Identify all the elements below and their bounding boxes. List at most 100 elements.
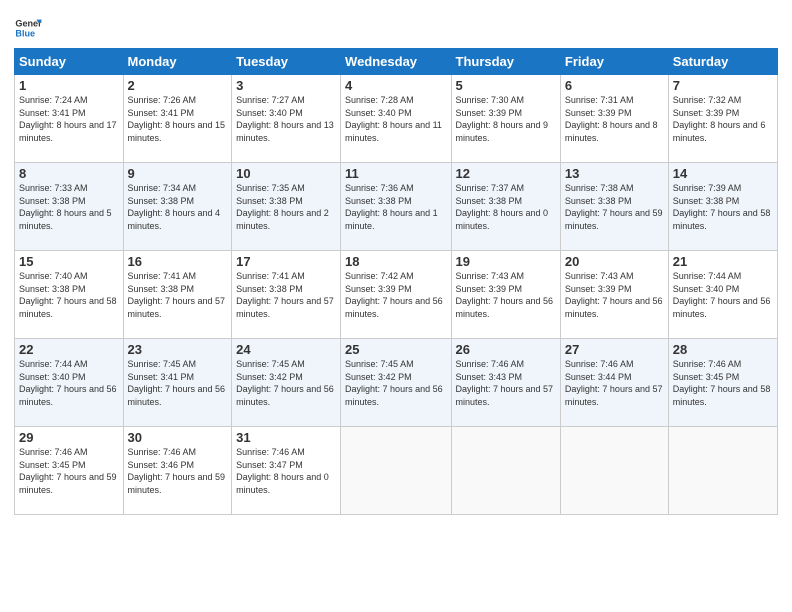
calendar-day-cell [668,427,777,515]
day-number: 22 [19,342,119,357]
calendar-day-cell: 14Sunrise: 7:39 AMSunset: 3:38 PMDayligh… [668,163,777,251]
day-number: 31 [236,430,336,445]
calendar-week-row: 1Sunrise: 7:24 AMSunset: 3:41 PMDaylight… [15,75,778,163]
day-number: 15 [19,254,119,269]
day-info: Sunrise: 7:45 AMSunset: 3:42 PMDaylight:… [345,358,446,408]
weekday-header-cell: Friday [560,49,668,75]
day-info: Sunrise: 7:39 AMSunset: 3:38 PMDaylight:… [673,182,773,232]
day-info: Sunrise: 7:28 AMSunset: 3:40 PMDaylight:… [345,94,446,144]
day-number: 19 [456,254,556,269]
day-number: 3 [236,78,336,93]
day-number: 26 [456,342,556,357]
calendar-day-cell: 29Sunrise: 7:46 AMSunset: 3:45 PMDayligh… [15,427,124,515]
weekday-header-cell: Saturday [668,49,777,75]
day-number: 28 [673,342,773,357]
calendar-day-cell: 7Sunrise: 7:32 AMSunset: 3:39 PMDaylight… [668,75,777,163]
weekday-header-cell: Thursday [451,49,560,75]
calendar-day-cell: 16Sunrise: 7:41 AMSunset: 3:38 PMDayligh… [123,251,232,339]
day-info: Sunrise: 7:43 AMSunset: 3:39 PMDaylight:… [565,270,664,320]
calendar-day-cell: 24Sunrise: 7:45 AMSunset: 3:42 PMDayligh… [232,339,341,427]
day-info: Sunrise: 7:44 AMSunset: 3:40 PMDaylight:… [19,358,119,408]
day-info: Sunrise: 7:42 AMSunset: 3:39 PMDaylight:… [345,270,446,320]
weekday-header-cell: Tuesday [232,49,341,75]
calendar-table: SundayMondayTuesdayWednesdayThursdayFrid… [14,48,778,515]
day-number: 23 [128,342,228,357]
day-info: Sunrise: 7:37 AMSunset: 3:38 PMDaylight:… [456,182,556,232]
day-number: 7 [673,78,773,93]
calendar-day-cell: 15Sunrise: 7:40 AMSunset: 3:38 PMDayligh… [15,251,124,339]
weekday-header-cell: Monday [123,49,232,75]
day-number: 9 [128,166,228,181]
day-info: Sunrise: 7:46 AMSunset: 3:43 PMDaylight:… [456,358,556,408]
calendar-day-cell: 5Sunrise: 7:30 AMSunset: 3:39 PMDaylight… [451,75,560,163]
calendar-day-cell: 22Sunrise: 7:44 AMSunset: 3:40 PMDayligh… [15,339,124,427]
day-info: Sunrise: 7:41 AMSunset: 3:38 PMDaylight:… [236,270,336,320]
day-number: 8 [19,166,119,181]
day-info: Sunrise: 7:31 AMSunset: 3:39 PMDaylight:… [565,94,664,144]
calendar-week-row: 8Sunrise: 7:33 AMSunset: 3:38 PMDaylight… [15,163,778,251]
day-number: 17 [236,254,336,269]
day-info: Sunrise: 7:33 AMSunset: 3:38 PMDaylight:… [19,182,119,232]
calendar-day-cell: 20Sunrise: 7:43 AMSunset: 3:39 PMDayligh… [560,251,668,339]
day-info: Sunrise: 7:32 AMSunset: 3:39 PMDaylight:… [673,94,773,144]
calendar-day-cell: 4Sunrise: 7:28 AMSunset: 3:40 PMDaylight… [341,75,451,163]
svg-text:Blue: Blue [15,28,35,38]
day-number: 10 [236,166,336,181]
calendar-day-cell: 28Sunrise: 7:46 AMSunset: 3:45 PMDayligh… [668,339,777,427]
day-number: 27 [565,342,664,357]
calendar-day-cell: 10Sunrise: 7:35 AMSunset: 3:38 PMDayligh… [232,163,341,251]
calendar-week-row: 29Sunrise: 7:46 AMSunset: 3:45 PMDayligh… [15,427,778,515]
day-info: Sunrise: 7:27 AMSunset: 3:40 PMDaylight:… [236,94,336,144]
calendar-week-row: 22Sunrise: 7:44 AMSunset: 3:40 PMDayligh… [15,339,778,427]
weekday-header-cell: Sunday [15,49,124,75]
day-info: Sunrise: 7:46 AMSunset: 3:46 PMDaylight:… [128,446,228,496]
day-number: 16 [128,254,228,269]
day-info: Sunrise: 7:46 AMSunset: 3:45 PMDaylight:… [673,358,773,408]
day-number: 25 [345,342,446,357]
day-info: Sunrise: 7:43 AMSunset: 3:39 PMDaylight:… [456,270,556,320]
day-info: Sunrise: 7:30 AMSunset: 3:39 PMDaylight:… [456,94,556,144]
day-info: Sunrise: 7:26 AMSunset: 3:41 PMDaylight:… [128,94,228,144]
calendar-day-cell [451,427,560,515]
day-number: 12 [456,166,556,181]
day-info: Sunrise: 7:46 AMSunset: 3:44 PMDaylight:… [565,358,664,408]
day-number: 30 [128,430,228,445]
calendar-day-cell: 30Sunrise: 7:46 AMSunset: 3:46 PMDayligh… [123,427,232,515]
day-info: Sunrise: 7:40 AMSunset: 3:38 PMDaylight:… [19,270,119,320]
day-info: Sunrise: 7:38 AMSunset: 3:38 PMDaylight:… [565,182,664,232]
calendar-body: 1Sunrise: 7:24 AMSunset: 3:41 PMDaylight… [15,75,778,515]
day-info: Sunrise: 7:36 AMSunset: 3:38 PMDaylight:… [345,182,446,232]
day-number: 21 [673,254,773,269]
day-number: 4 [345,78,446,93]
page-header: General Blue [14,10,778,42]
day-number: 5 [456,78,556,93]
calendar-day-cell: 21Sunrise: 7:44 AMSunset: 3:40 PMDayligh… [668,251,777,339]
weekday-header-row: SundayMondayTuesdayWednesdayThursdayFrid… [15,49,778,75]
weekday-header-cell: Wednesday [341,49,451,75]
calendar-day-cell: 19Sunrise: 7:43 AMSunset: 3:39 PMDayligh… [451,251,560,339]
page-container: General Blue SundayMondayTuesdayWednesda… [0,0,792,523]
calendar-day-cell: 17Sunrise: 7:41 AMSunset: 3:38 PMDayligh… [232,251,341,339]
day-info: Sunrise: 7:35 AMSunset: 3:38 PMDaylight:… [236,182,336,232]
day-info: Sunrise: 7:45 AMSunset: 3:42 PMDaylight:… [236,358,336,408]
day-number: 11 [345,166,446,181]
day-number: 24 [236,342,336,357]
calendar-day-cell: 2Sunrise: 7:26 AMSunset: 3:41 PMDaylight… [123,75,232,163]
calendar-day-cell: 8Sunrise: 7:33 AMSunset: 3:38 PMDaylight… [15,163,124,251]
calendar-day-cell: 18Sunrise: 7:42 AMSunset: 3:39 PMDayligh… [341,251,451,339]
day-info: Sunrise: 7:44 AMSunset: 3:40 PMDaylight:… [673,270,773,320]
calendar-day-cell [560,427,668,515]
day-info: Sunrise: 7:46 AMSunset: 3:47 PMDaylight:… [236,446,336,496]
day-info: Sunrise: 7:45 AMSunset: 3:41 PMDaylight:… [128,358,228,408]
day-info: Sunrise: 7:46 AMSunset: 3:45 PMDaylight:… [19,446,119,496]
day-number: 6 [565,78,664,93]
day-number: 2 [128,78,228,93]
day-info: Sunrise: 7:24 AMSunset: 3:41 PMDaylight:… [19,94,119,144]
calendar-day-cell: 3Sunrise: 7:27 AMSunset: 3:40 PMDaylight… [232,75,341,163]
calendar-day-cell: 27Sunrise: 7:46 AMSunset: 3:44 PMDayligh… [560,339,668,427]
calendar-day-cell: 13Sunrise: 7:38 AMSunset: 3:38 PMDayligh… [560,163,668,251]
calendar-day-cell: 31Sunrise: 7:46 AMSunset: 3:47 PMDayligh… [232,427,341,515]
day-info: Sunrise: 7:34 AMSunset: 3:38 PMDaylight:… [128,182,228,232]
calendar-day-cell: 11Sunrise: 7:36 AMSunset: 3:38 PMDayligh… [341,163,451,251]
day-number: 29 [19,430,119,445]
